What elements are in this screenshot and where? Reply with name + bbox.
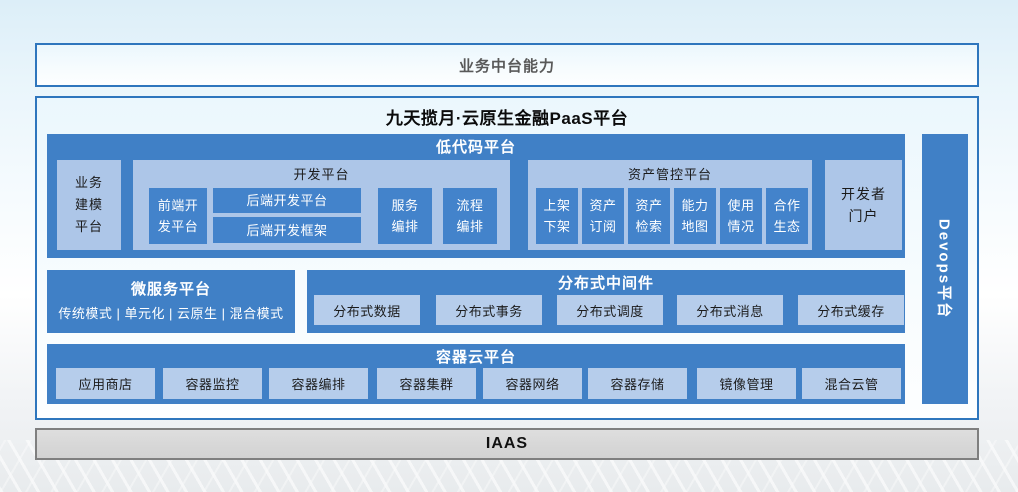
box-line: 检索 bbox=[635, 216, 662, 237]
box-line: 情况 bbox=[727, 216, 754, 237]
middleware-item-message: 分布式消息 bbox=[677, 295, 783, 325]
frontend-dev-box: 前端开 发平台 bbox=[149, 188, 207, 244]
box-line: 生态 bbox=[773, 216, 800, 237]
service-orchestration-box: 服务 编排 bbox=[378, 188, 432, 244]
middleware-item-scheduling: 分布式调度 bbox=[557, 295, 663, 325]
box-line: 使用 bbox=[727, 195, 754, 216]
business-modeling-box: 业务 建模 平台 bbox=[57, 160, 121, 250]
box-line: 下架 bbox=[543, 216, 570, 237]
container-item-monitoring: 容器监控 bbox=[163, 368, 262, 399]
platform-title: 九天揽月·云原生金融PaaS平台 bbox=[37, 104, 977, 129]
box-line: 地图 bbox=[681, 216, 708, 237]
box-line: 业务 bbox=[75, 172, 103, 194]
developer-portal-box: 开发者 门户 bbox=[825, 160, 902, 250]
asset-item-capability-map: 能力 地图 bbox=[674, 188, 716, 244]
asset-item-subscription: 资产 订阅 bbox=[582, 188, 624, 244]
box-line: 开发者 bbox=[841, 183, 886, 205]
container-item-hybrid-cloud: 混合云管 bbox=[802, 368, 901, 399]
box-line: 资产 bbox=[589, 195, 616, 216]
asset-item-shelf: 上架 下架 bbox=[536, 188, 578, 244]
box-line: 门户 bbox=[849, 205, 879, 227]
backend-dev-platform-box: 后端开发平台 bbox=[213, 188, 361, 213]
box-line: 编排 bbox=[456, 216, 483, 237]
lowcode-section: 低代码平台 业务 建模 平台 开发平台 前端开 发平台 后端开发平台 后端开发框… bbox=[47, 134, 905, 258]
box-line: 订阅 bbox=[589, 216, 616, 237]
box-line: 建模 bbox=[75, 194, 103, 216]
business-capability-banner: 业务中台能力 bbox=[35, 43, 979, 87]
middleware-item-transaction: 分布式事务 bbox=[436, 295, 542, 325]
devops-label: Devops平台 bbox=[935, 219, 956, 319]
business-capability-label: 业务中台能力 bbox=[459, 55, 555, 76]
container-item-app-store: 应用商店 bbox=[56, 368, 155, 399]
container-cloud-section: 容器云平台 应用商店 容器监控 容器编排 容器集群 容器网络 容器存储 镜像管理… bbox=[47, 344, 905, 404]
container-cloud-section-title: 容器云平台 bbox=[47, 346, 905, 367]
container-item-orchestration: 容器编排 bbox=[269, 368, 368, 399]
box-line: 资产 bbox=[635, 195, 662, 216]
architecture-diagram: 业务中台能力 九天揽月·云原生金融PaaS平台 低代码平台 业务 建模 平台 开… bbox=[0, 0, 1018, 492]
middleware-section: 分布式中间件 分布式数据 分布式事务 分布式调度 分布式消息 分布式缓存 bbox=[307, 270, 905, 333]
container-item-cluster: 容器集群 bbox=[377, 368, 476, 399]
middleware-item-data: 分布式数据 bbox=[314, 295, 420, 325]
asset-item-ecosystem: 合作 生态 bbox=[766, 188, 808, 244]
container-item-storage: 容器存储 bbox=[588, 368, 687, 399]
lowcode-section-title: 低代码平台 bbox=[47, 136, 905, 157]
asset-item-search: 资产 检索 bbox=[628, 188, 670, 244]
microservice-section: 微服务平台 传统模式 | 单元化 | 云原生 | 混合模式 bbox=[47, 270, 295, 333]
microservice-section-title: 微服务平台 bbox=[47, 278, 295, 299]
box-line: 合作 bbox=[773, 195, 800, 216]
paas-platform-panel: 九天揽月·云原生金融PaaS平台 低代码平台 业务 建模 平台 开发平台 前端开… bbox=[35, 96, 979, 420]
box-line: 上架 bbox=[543, 195, 570, 216]
asset-control-group: 资产管控平台 上架 下架 资产 订阅 资产 检索 能力 地图 bbox=[528, 160, 812, 250]
container-item-image-mgmt: 镜像管理 bbox=[697, 368, 796, 399]
box-line: 编排 bbox=[391, 216, 418, 237]
asset-item-usage: 使用 情况 bbox=[720, 188, 762, 244]
process-orchestration-box: 流程 编排 bbox=[443, 188, 497, 244]
container-item-network: 容器网络 bbox=[483, 368, 582, 399]
box-line: 前端开 bbox=[158, 195, 199, 216]
box-line: 平台 bbox=[75, 216, 103, 238]
iaas-bar: IAAS bbox=[35, 428, 979, 460]
devops-bar: Devops平台 bbox=[922, 134, 968, 404]
box-line: 能力 bbox=[681, 195, 708, 216]
box-line: 发平台 bbox=[158, 216, 199, 237]
box-line: 服务 bbox=[391, 195, 418, 216]
backend-dev-framework-box: 后端开发框架 bbox=[213, 217, 361, 243]
dev-platform-group: 开发平台 前端开 发平台 后端开发平台 后端开发框架 服务 编排 流程 编排 bbox=[133, 160, 510, 250]
box-line: 流程 bbox=[456, 195, 483, 216]
middleware-section-title: 分布式中间件 bbox=[307, 272, 905, 293]
middleware-item-cache: 分布式缓存 bbox=[798, 295, 904, 325]
asset-control-label: 资产管控平台 bbox=[528, 164, 812, 183]
dev-platform-label: 开发平台 bbox=[133, 164, 510, 183]
iaas-label: IAAS bbox=[486, 435, 528, 453]
microservice-modes: 传统模式 | 单元化 | 云原生 | 混合模式 bbox=[47, 303, 295, 322]
